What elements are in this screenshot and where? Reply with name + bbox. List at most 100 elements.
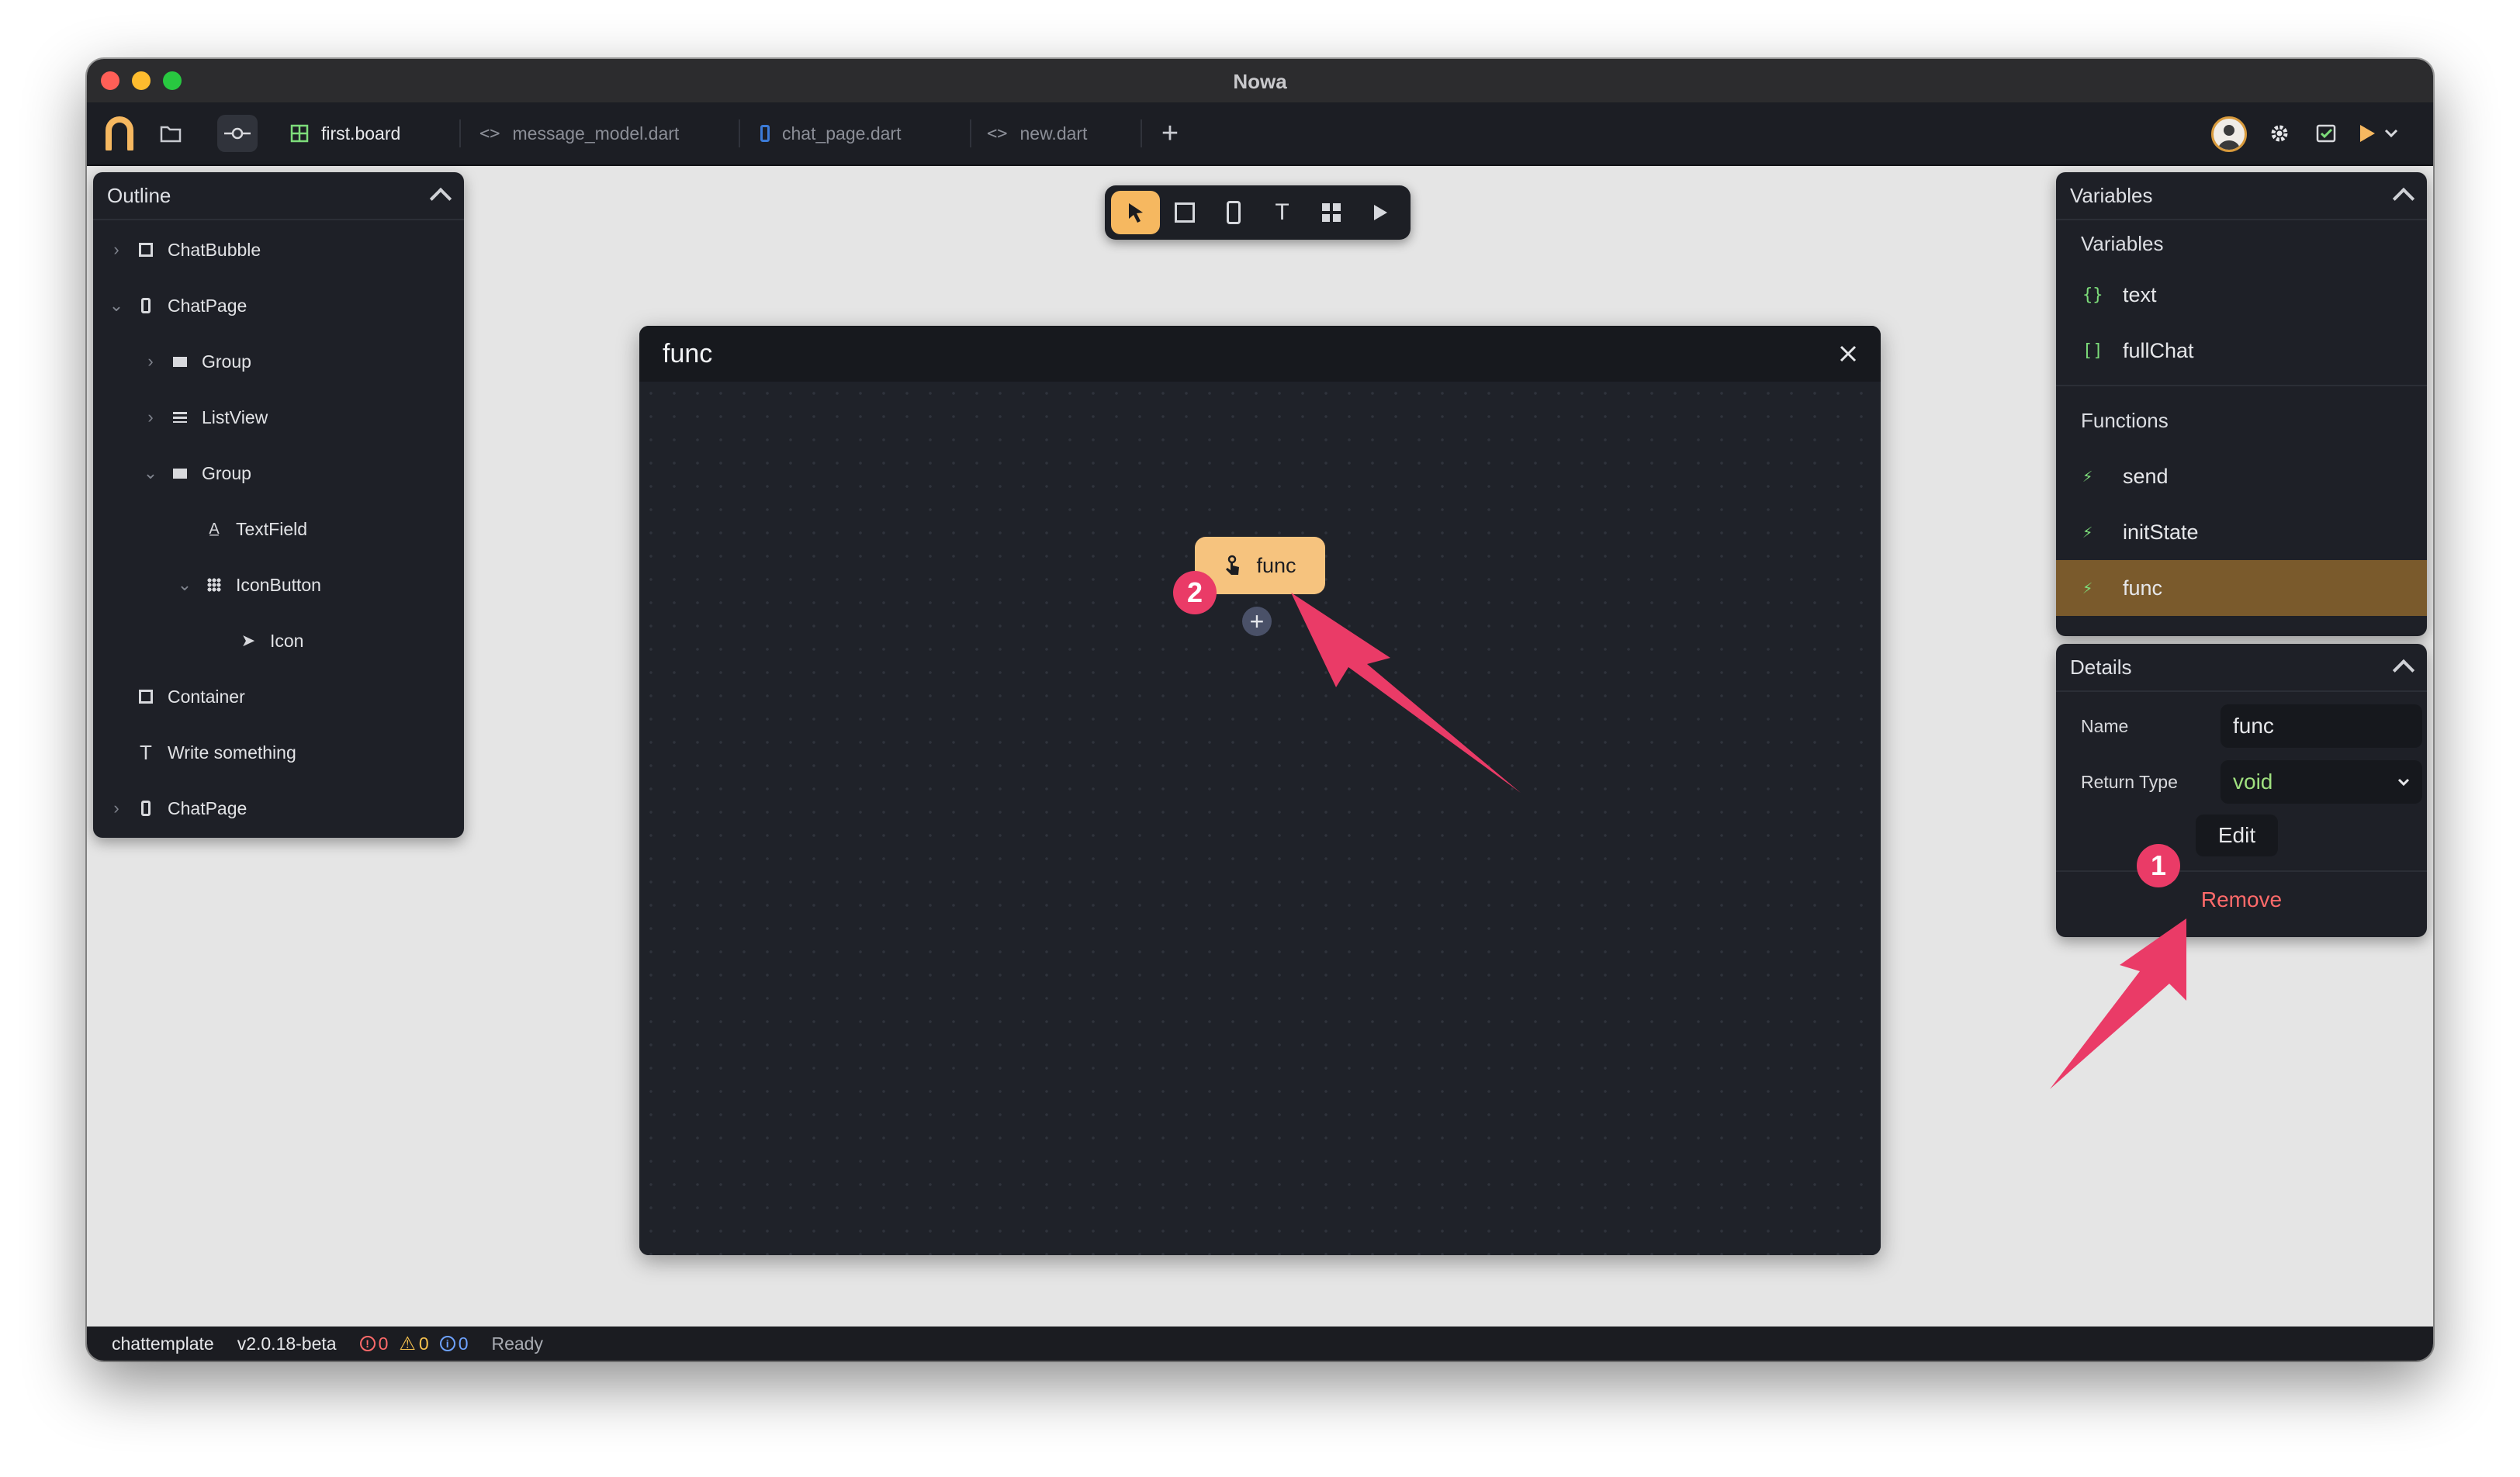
name-field[interactable]: func: [2221, 704, 2422, 748]
tab-divider: [970, 119, 971, 147]
variable-name: fullChat: [2123, 338, 2194, 362]
tab-label: first.board: [321, 123, 401, 144]
error-count[interactable]: ! 0: [359, 1333, 388, 1354]
details-panel-title: Details: [2070, 655, 2132, 679]
rectangle-icon: [1174, 202, 1195, 223]
outline-item-label: Group: [202, 351, 251, 372]
run-button[interactable]: [2351, 115, 2405, 152]
version-label: v2.0.18-beta: [237, 1333, 337, 1354]
name-value: func: [2233, 714, 2274, 738]
name-row: Name func: [2056, 698, 2427, 754]
preview-tool-button[interactable]: [1355, 191, 1404, 234]
tab-first-board[interactable]: first.board: [290, 102, 400, 164]
return-type-select[interactable]: void: [2221, 760, 2422, 804]
chevron-right-icon[interactable]: ›: [107, 798, 126, 818]
tab-divider: [459, 119, 461, 147]
return-type-value: void: [2233, 770, 2273, 794]
chevron-down-icon[interactable]: ⌄: [141, 463, 160, 483]
variable-item-text[interactable]: {} text: [2056, 267, 2427, 323]
close-icon[interactable]: [1839, 344, 1857, 363]
outline-item-container[interactable]: Container: [93, 669, 464, 725]
outline-item-iconbutton[interactable]: ⌄ IconButton: [93, 557, 464, 613]
board-canvas[interactable]: func +: [639, 382, 1881, 1255]
name-label: Name: [2081, 715, 2129, 736]
code-icon: <>: [479, 123, 500, 144]
tab-label: message_model.dart: [512, 123, 680, 144]
variables-header[interactable]: Variables: [2056, 172, 2427, 220]
rectangle-tool-button[interactable]: [1160, 191, 1209, 234]
outline-panel: Outline › ChatBubble ⌄ ChatPage › Group: [93, 172, 464, 838]
tab-bar: first.board <> message_model.dart chat_p…: [87, 102, 2433, 166]
text-icon: T: [1275, 199, 1289, 225]
play-icon: [1373, 205, 1387, 220]
function-item-initstate[interactable]: ⚡ initState: [2056, 504, 2427, 560]
code-icon: <>: [987, 123, 1008, 144]
details-header[interactable]: Details: [2056, 644, 2427, 692]
chevron-right-icon[interactable]: ›: [107, 240, 126, 260]
function-item-send[interactable]: ⚡ send: [2056, 448, 2427, 504]
warning-count[interactable]: ⚠ 0: [399, 1333, 428, 1355]
bolt-icon: ⚡: [2082, 522, 2093, 542]
annotation-badge-2: 2: [1173, 571, 1217, 614]
outline-item-textfield[interactable]: A̲ TextField: [93, 501, 464, 557]
list-icon: []: [2082, 341, 2103, 361]
outline-item-label: Icon: [270, 630, 304, 651]
settings-button[interactable]: [2259, 115, 2300, 152]
git-button[interactable]: [217, 115, 258, 152]
function-name: func: [2123, 576, 2163, 600]
widgets-icon: [1321, 203, 1341, 222]
outline-item-chatpage[interactable]: › ChatPage: [93, 780, 464, 836]
checklist-button[interactable]: [2306, 115, 2346, 152]
outline-item-icon[interactable]: ➤ Icon: [93, 613, 464, 669]
editor-canvas[interactable]: Outline › ChatBubble ⌄ ChatPage › Group: [87, 166, 2433, 1327]
board-grid-icon: [290, 124, 309, 143]
outline-header[interactable]: Outline: [93, 172, 464, 220]
outline-item-chatbubble[interactable]: › ChatBubble: [93, 222, 464, 278]
bolt-icon: ⚡: [2082, 466, 2093, 486]
folder-button[interactable]: [151, 115, 191, 152]
widgets-tool-button[interactable]: [1307, 191, 1355, 234]
text-tool-button[interactable]: T: [1258, 191, 1307, 234]
chevron-up-icon[interactable]: [2392, 659, 2415, 682]
outline-item-label: ChatBubble: [168, 239, 261, 260]
chevron-right-icon[interactable]: ›: [141, 407, 160, 427]
outline-item-group[interactable]: ⌄ Group: [93, 445, 464, 501]
chevron-up-icon[interactable]: [429, 187, 452, 210]
info-count[interactable]: i 0: [439, 1333, 469, 1354]
outline-item-group[interactable]: › Group: [93, 334, 464, 389]
chevron-down-icon[interactable]: ⌄: [107, 296, 126, 316]
function-item-func[interactable]: ⚡ func: [2056, 560, 2427, 616]
pointer-tool-button[interactable]: [1111, 191, 1160, 234]
tab-chat-page[interactable]: chat_page.dart: [760, 102, 901, 164]
section-divider: [2056, 385, 2427, 386]
annotation-badge-1: 1: [2137, 844, 2180, 887]
add-node-button[interactable]: +: [1242, 607, 1272, 636]
variable-item-fullchat[interactable]: [] fullChat: [2056, 323, 2427, 379]
chevron-right-icon[interactable]: ›: [141, 351, 160, 372]
outline-item-listview[interactable]: › ListView: [93, 389, 464, 445]
chevron-down-icon: [2384, 129, 2398, 138]
send-icon: ➤: [241, 631, 256, 650]
project-name[interactable]: chattemplate: [112, 1333, 214, 1354]
group-icon: [171, 352, 189, 371]
nowa-logo-icon[interactable]: [104, 116, 135, 150]
gear-icon: [2271, 125, 2288, 142]
avatar[interactable]: [2211, 116, 2247, 152]
outline-item-write-something[interactable]: T Write something: [93, 725, 464, 780]
new-tab-button[interactable]: +: [1150, 115, 1190, 152]
chevron-down-icon[interactable]: ⌄: [175, 575, 194, 595]
outline-item-label: Container: [168, 686, 245, 707]
tab-message-model[interactable]: <> message_model.dart: [479, 102, 679, 164]
chevron-down-icon: [2397, 778, 2410, 786]
chevron-up-icon[interactable]: [2392, 187, 2415, 210]
info-count-value: 0: [458, 1333, 469, 1354]
phone-tool-button[interactable]: [1209, 191, 1258, 234]
tab-new-dart[interactable]: <> new.dart: [987, 102, 1087, 164]
return-type-row: Return Type void: [2056, 754, 2427, 810]
outline-item-chatpage[interactable]: ⌄ ChatPage: [93, 278, 464, 334]
list-icon: [171, 408, 189, 427]
function-name: send: [2123, 464, 2169, 488]
warning-count-value: 0: [418, 1333, 429, 1354]
status-bar: chattemplate v2.0.18-beta ! 0 ⚠ 0 i 0 Re…: [87, 1327, 2433, 1361]
edit-button[interactable]: Edit: [2196, 815, 2278, 856]
